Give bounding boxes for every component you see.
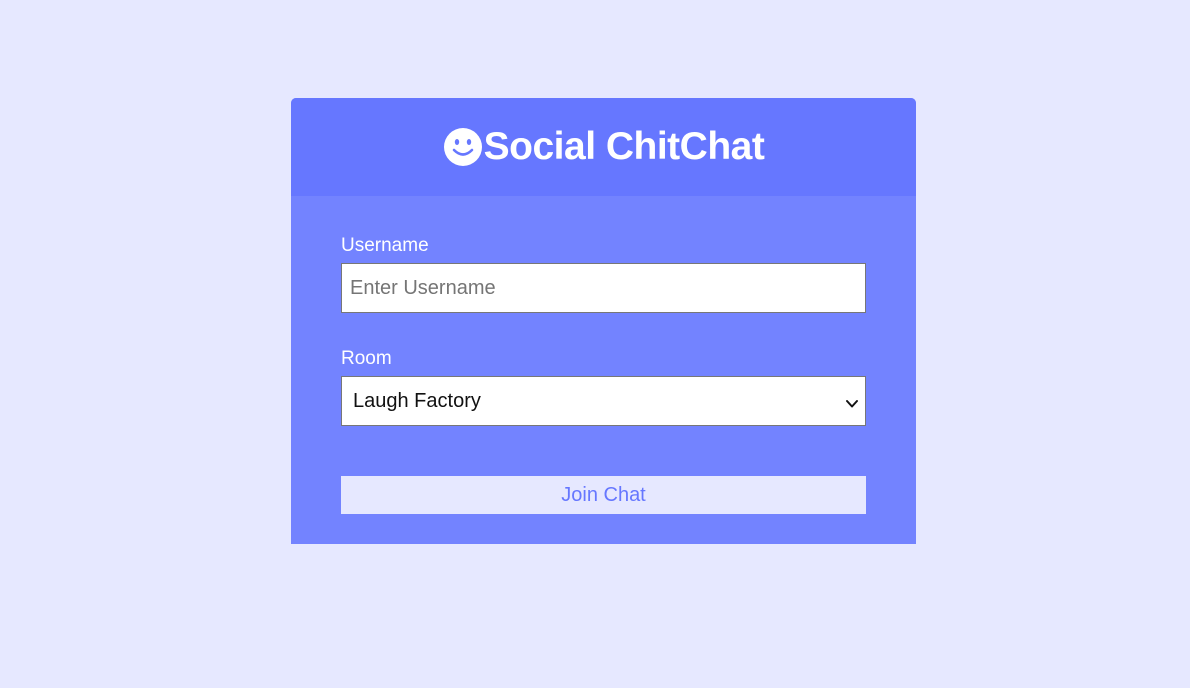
card-header: Social ChitChat bbox=[291, 98, 916, 196]
app-title: Social ChitChat bbox=[483, 125, 765, 168]
join-chat-button[interactable]: Join Chat bbox=[341, 476, 866, 514]
room-select[interactable]: Laugh Factory bbox=[341, 376, 866, 426]
join-form: Username Room Laugh Factory Join Chat bbox=[291, 196, 916, 514]
join-card: Social ChitChat Username Room Laugh Fact… bbox=[291, 98, 916, 544]
room-group: Room Laugh Factory bbox=[341, 349, 866, 426]
room-label: Room bbox=[341, 348, 392, 369]
username-group: Username bbox=[341, 236, 866, 313]
smiley-face-icon bbox=[443, 127, 483, 167]
username-input[interactable] bbox=[341, 263, 866, 313]
room-selected-value: Laugh Factory bbox=[353, 389, 481, 412]
chevron-down-icon bbox=[845, 394, 859, 408]
username-label: Username bbox=[341, 235, 429, 256]
